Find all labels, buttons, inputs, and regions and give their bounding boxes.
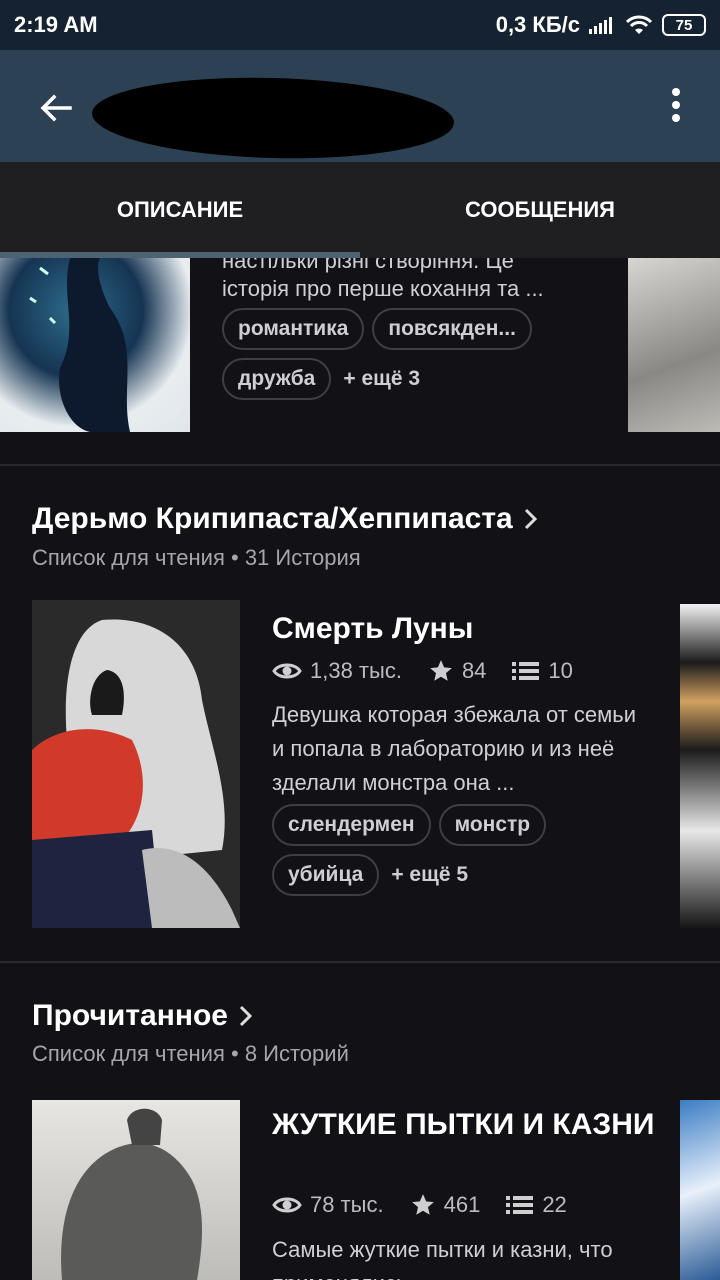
story-description: Девушка которая збежала от семьи и попал… (272, 702, 636, 795)
app-bar (0, 50, 720, 163)
story-cover[interactable] (32, 600, 240, 928)
divider (0, 961, 720, 963)
signal-icon (589, 17, 612, 34)
content-scroll[interactable]: настільки різні створіння. Це історія пр… (0, 258, 720, 1280)
next-story-cover-peek[interactable] (680, 1100, 720, 1280)
tab-bar: ОПИСАНИЕ СООБЩЕНИЯ (0, 162, 720, 258)
reading-list-subtitle: Список для чтения • 8 Историй (32, 1041, 349, 1066)
views-count: 1,38 тыс. (310, 658, 402, 683)
divider (0, 464, 720, 466)
reading-list-title[interactable]: Прочитанное (32, 999, 254, 1033)
tag-chip[interactable]: слендермен (272, 804, 431, 846)
more-tags-link[interactable]: + ещё 3 (343, 358, 420, 400)
story-stats: 78 тыс. 461 22 (272, 1192, 593, 1218)
story-stats: 1,38 тыс. 84 10 (272, 658, 599, 684)
reading-list-title-text: Дерьмо Крипипаста/Хеппипаста (32, 502, 513, 535)
votes-count: 84 (461, 658, 487, 683)
story-description: історія про перше кохання та ... (222, 276, 544, 301)
tag-list: романтика повсякден... дружба + ещё 3 (222, 308, 602, 400)
list-icon (506, 1196, 534, 1214)
tab-description[interactable]: ОПИСАНИЕ (0, 162, 360, 258)
story-cover[interactable] (32, 1100, 240, 1280)
star-icon (430, 660, 452, 681)
status-time: 2:19 AM (14, 12, 98, 37)
reading-list-title[interactable]: Дерьмо Крипипаста/Хеппипаста (32, 502, 539, 536)
chevron-right-icon (524, 508, 537, 530)
status-bar: 2:19 AM 0,3 КБ/с 75 (0, 0, 720, 50)
tag-chip[interactable]: монстр (438, 804, 547, 846)
chevron-right-icon (239, 1005, 253, 1027)
reading-list-subtitle: Список для чтения • 31 История (32, 545, 361, 570)
tag-chip[interactable]: убийца (272, 854, 380, 896)
story-title[interactable]: Смерть Луны (272, 608, 672, 650)
tag-list: слендермен монстр убийца + ещё 5 (272, 804, 652, 896)
reading-list-title-text: Прочитанное (32, 999, 228, 1032)
more-vert-icon[interactable] (670, 88, 682, 128)
wifi-icon (625, 15, 653, 34)
next-story-cover-peek[interactable] (628, 258, 720, 432)
arrow-left-icon[interactable] (36, 88, 76, 128)
network-speed: 0,3 КБ/с (495, 12, 580, 37)
battery-icon: 75 (662, 14, 706, 36)
redacted-title (91, 73, 455, 163)
tab-messages[interactable]: СООБЩЕНИЯ (360, 162, 720, 258)
tag-chip[interactable]: дружба (222, 358, 332, 400)
tag-chip[interactable]: повсякден... (372, 308, 532, 350)
story-description: Самые жуткие пытки и казни, что применял… (272, 1237, 613, 1280)
votes-count: 461 (443, 1192, 481, 1217)
eye-icon (272, 663, 302, 679)
parts-count: 22 (542, 1192, 567, 1217)
more-tags-link[interactable]: + ещё 5 (391, 854, 468, 896)
tag-chip[interactable]: романтика (222, 308, 365, 350)
eye-icon (272, 1197, 302, 1213)
story-cover[interactable] (0, 258, 190, 432)
story-title[interactable]: ЖУТКИЕ ПЫТКИ И КАЗНИ (272, 1104, 672, 1146)
list-icon (512, 662, 540, 680)
next-story-cover-peek[interactable] (680, 604, 720, 928)
parts-count: 10 (548, 658, 573, 683)
star-icon (411, 1194, 434, 1215)
views-count: 78 тыс. (310, 1192, 384, 1217)
